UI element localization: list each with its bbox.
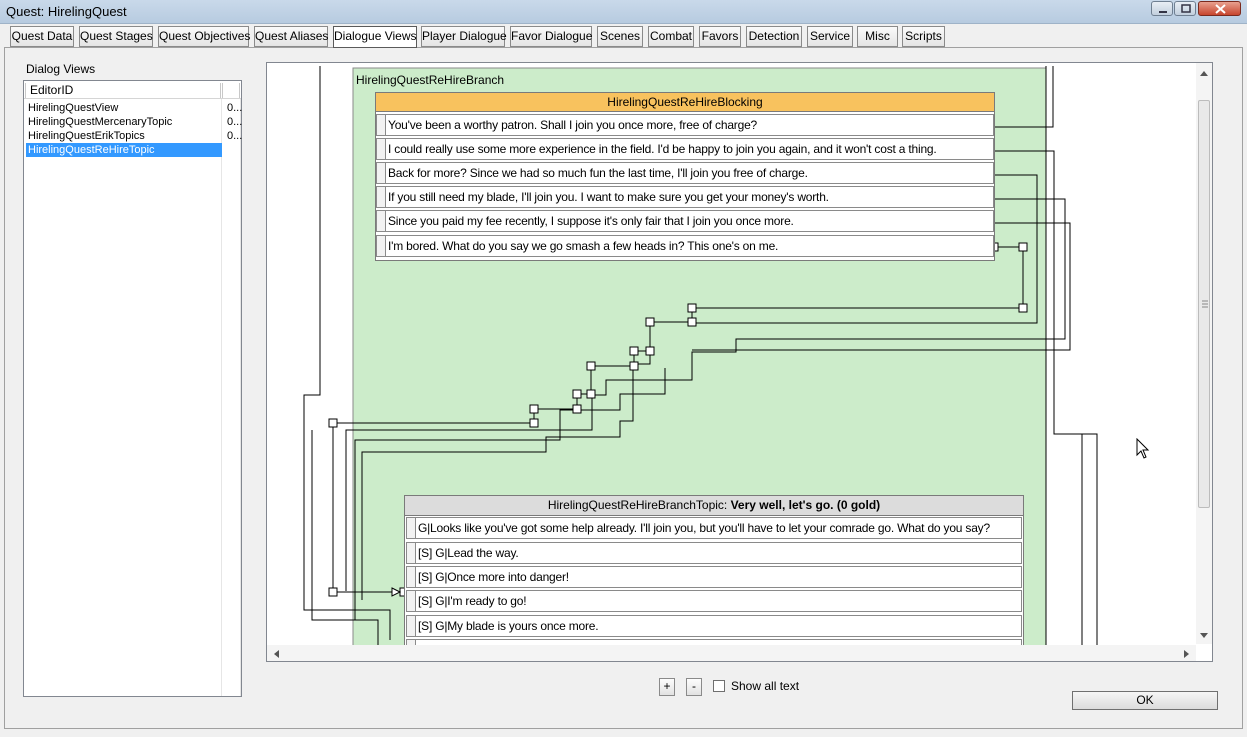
response-text: [S] G|My blade is yours once more.	[418, 619, 599, 633]
row-gutter	[377, 115, 386, 135]
response-row[interactable]: Since you paid my fee recently, I suppos…	[376, 210, 994, 232]
blocking-node[interactable]: HirelingQuestReHireBlocking You've been …	[375, 92, 995, 261]
ok-button[interactable]: OK	[1072, 691, 1218, 710]
show-all-text-checkbox[interactable]	[713, 680, 725, 692]
vertical-scroll-thumb[interactable]	[1198, 100, 1210, 508]
zoom-out-button[interactable]: -	[686, 678, 702, 696]
row-gutter	[407, 616, 416, 636]
branch-label: HirelingQuestReHireBranch	[356, 73, 505, 87]
blocking-node-title[interactable]: HirelingQuestReHireBlocking	[375, 92, 995, 112]
row-gutter	[407, 567, 416, 587]
response-row[interactable]: I could really use some more experience …	[376, 138, 994, 160]
scroll-down-icon[interactable]	[1198, 630, 1210, 640]
topic-title-bold: Very well, let's go. (0 gold)	[730, 498, 881, 512]
response-row[interactable]: If you still need my blade, I'll join yo…	[376, 186, 994, 208]
grip-icon	[1202, 300, 1208, 308]
horizontal-scrollbar[interactable]	[267, 645, 1196, 661]
response-text: You've been a worthy patron. Shall I joi…	[388, 118, 758, 132]
response-text: [S] G|I'm ready to go!	[418, 594, 527, 608]
show-all-text-label[interactable]: Show all text	[731, 679, 799, 693]
response-text: [S] G|Once more into danger!	[418, 570, 569, 584]
response-text: G|Looks like you've got some help alread…	[418, 521, 990, 535]
topic-node-title[interactable]: HirelingQuestReHireBranchTopic: Very wel…	[405, 496, 1023, 516]
topic-title-prefix: HirelingQuestReHireBranchTopic:	[547, 498, 728, 512]
row-gutter	[377, 139, 386, 159]
row-gutter	[377, 211, 386, 231]
topic-node[interactable]: HirelingQuestReHireBranchTopic: Very wel…	[404, 495, 1024, 645]
mouse-cursor-icon	[1136, 438, 1150, 459]
response-row[interactable]: [S] G|My blade is yours once more.	[406, 615, 1022, 637]
row-gutter	[407, 518, 416, 538]
scroll-left-icon[interactable]	[271, 648, 281, 660]
response-text: Back for more? Since we had so much fun …	[388, 166, 808, 180]
response-row[interactable]: G|Looks like you've got some help alread…	[406, 517, 1022, 539]
response-row[interactable]: [S] G|Once more into danger!	[406, 566, 1022, 588]
scroll-up-icon[interactable]	[1198, 68, 1210, 78]
response-row[interactable]: Back for more? Since we had so much fun …	[376, 162, 994, 184]
response-row[interactable]: I'm bored. What do you say we go smash a…	[376, 235, 994, 257]
response-row[interactable]: You've been a worthy patron. Shall I joi…	[376, 114, 994, 136]
row-gutter	[377, 163, 386, 183]
response-row[interactable]: [S] G|I'm ready to go!	[406, 590, 1022, 612]
response-row[interactable]: [S] G|Lead the way.	[406, 542, 1022, 564]
row-gutter	[407, 543, 416, 563]
response-text: I could really use some more experience …	[388, 142, 937, 156]
row-gutter	[377, 187, 386, 207]
response-text: [S] G|Lead the way.	[418, 546, 519, 560]
zoom-in-button[interactable]: +	[659, 678, 675, 696]
response-text: If you still need my blade, I'll join yo…	[388, 190, 829, 204]
row-gutter	[407, 591, 416, 611]
response-text: I'm bored. What do you say we go smash a…	[388, 239, 779, 253]
response-text: Since you paid my fee recently, I suppos…	[388, 214, 794, 228]
scroll-right-icon[interactable]	[1182, 648, 1192, 660]
row-gutter	[377, 236, 386, 256]
